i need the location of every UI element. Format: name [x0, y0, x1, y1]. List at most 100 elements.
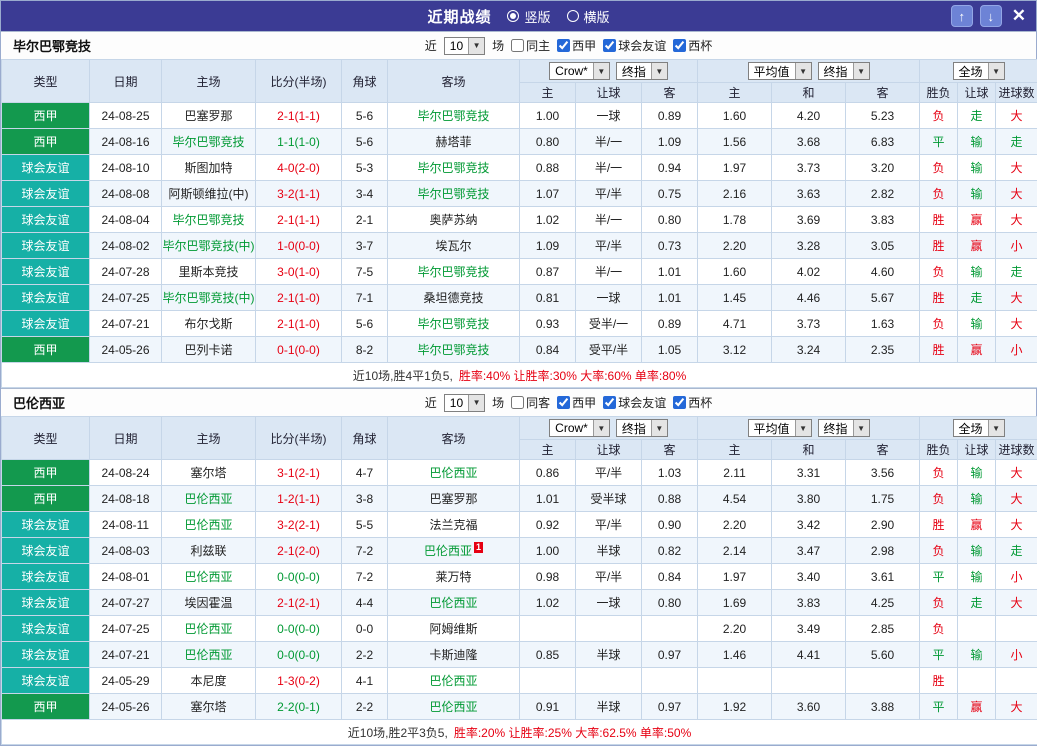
euro-away-odds: 2.98: [846, 538, 920, 564]
score: 2-1(1-1): [256, 103, 342, 129]
handicap-result: 走: [958, 285, 996, 311]
scroll-up-button[interactable]: ↑: [951, 5, 973, 27]
asian-home-odds: [520, 616, 576, 642]
home-team: 毕尔巴鄂竞技(中): [162, 233, 256, 259]
match-date: 24-08-02: [90, 233, 162, 259]
match-count-select[interactable]: 10▼: [444, 394, 485, 412]
euro-draw-odds: 3.63: [772, 181, 846, 207]
euro-draw-odds: 4.02: [772, 259, 846, 285]
league-filter[interactable]: 西杯: [673, 37, 712, 54]
layout-option-vertical[interactable]: 竖版: [507, 7, 550, 26]
handicap-result: 赢: [958, 207, 996, 233]
corners: 5-5: [342, 512, 388, 538]
euro-home-odds: 4.71: [698, 311, 772, 337]
same-venue-filter[interactable]: 同客: [511, 394, 550, 411]
euro-draw-odds: 3.68: [772, 129, 846, 155]
sub-column-header: 主: [698, 83, 772, 103]
league-filter-checkbox[interactable]: [673, 396, 686, 409]
match-type: 西甲: [2, 694, 90, 720]
away-team: 巴伦西亚: [388, 668, 520, 694]
euro-away-odds: 1.75: [846, 486, 920, 512]
league-filter[interactable]: 西杯: [673, 394, 712, 411]
league-filter-checkbox[interactable]: [603, 396, 616, 409]
close-icon[interactable]: ✕: [1012, 6, 1026, 26]
home-team: 里斯本竞技: [162, 259, 256, 285]
handicap-result: 输: [958, 129, 996, 155]
match-count-select[interactable]: 10▼: [444, 37, 485, 55]
sub-column-header: 让球: [958, 440, 996, 460]
league-filter[interactable]: 球会友谊: [603, 37, 666, 54]
same-venue-filter-checkbox[interactable]: [511, 39, 524, 52]
handicap-result: 输: [958, 486, 996, 512]
recent-results-table: 类型日期主场比分(半场)角球客场Crow*▼终指▼平均值▼终指▼全场▼主让球客主…: [1, 59, 1037, 388]
league-filter[interactable]: 球会友谊: [603, 394, 666, 411]
asian-away-odds: 0.89: [642, 103, 698, 129]
euro-odds-source-select[interactable]: 平均值▼: [748, 419, 812, 437]
corners: 8-2: [342, 337, 388, 363]
euro-away-odds: 6.83: [846, 129, 920, 155]
asian-handicap-line: 受半/一: [576, 311, 642, 337]
result-scope-select[interactable]: 全场▼: [953, 419, 1005, 437]
euro-odds-stage-select[interactable]: 终指▼: [818, 419, 870, 437]
asian-handicap-line: 受平/半: [576, 337, 642, 363]
euro-home-odds: 2.20: [698, 512, 772, 538]
euro-draw-odds: 3.24: [772, 337, 846, 363]
away-team: 埃瓦尔: [388, 233, 520, 259]
league-filter[interactable]: 西甲: [557, 394, 596, 411]
score: 0-0(0-0): [256, 616, 342, 642]
asian-away-odds: 0.80: [642, 590, 698, 616]
layout-option-horizontal[interactable]: 横版: [567, 7, 610, 26]
asian-away-odds: 1.03: [642, 460, 698, 486]
goals-result: 大: [996, 512, 1037, 538]
same-venue-filter-checkbox[interactable]: [511, 396, 524, 409]
euro-home-odds: 1.60: [698, 259, 772, 285]
league-filter[interactable]: 西甲: [557, 37, 596, 54]
column-header: 类型: [2, 417, 90, 460]
league-filter-label: 西杯: [688, 37, 712, 54]
scroll-down-button[interactable]: ↓: [980, 5, 1002, 27]
bookmaker-select[interactable]: Crow*▼: [549, 62, 610, 80]
goals-result: 大: [996, 155, 1037, 181]
euro-away-odds: 2.35: [846, 337, 920, 363]
result-scope-select[interactable]: 全场▼: [953, 62, 1005, 80]
goals-result: 大: [996, 181, 1037, 207]
red-card-badge: 1: [474, 542, 483, 553]
score: 2-1(2-0): [256, 538, 342, 564]
asian-away-odds: [642, 616, 698, 642]
asian-handicap-line: 半球: [576, 642, 642, 668]
home-team: 塞尔塔: [162, 694, 256, 720]
asian-handicap-line: 一球: [576, 285, 642, 311]
radio-unselected-icon: [567, 10, 579, 22]
league-filter-checkbox[interactable]: [557, 39, 570, 52]
match-type: 西甲: [2, 103, 90, 129]
goals-result: 走: [996, 538, 1037, 564]
result: 负: [920, 616, 958, 642]
score: 0-1(0-0): [256, 337, 342, 363]
asian-odds-stage-select[interactable]: 终指▼: [616, 62, 668, 80]
result: 负: [920, 259, 958, 285]
same-venue-filter[interactable]: 同主: [511, 37, 550, 54]
euro-home-odds: 1.45: [698, 285, 772, 311]
league-filter-checkbox[interactable]: [603, 39, 616, 52]
euro-odds-stage-select-value: 终指: [819, 63, 853, 79]
summary-cell: 近10场,胜2平3负5,胜率:20% 让胜率:25% 大率:62.5% 单率:5…: [2, 720, 1037, 745]
league-filter-checkbox[interactable]: [673, 39, 686, 52]
euro-away-odds: 3.61: [846, 564, 920, 590]
goals-result: 小: [996, 642, 1037, 668]
bookmaker-select[interactable]: Crow*▼: [549, 419, 610, 437]
result: 负: [920, 181, 958, 207]
euro-odds-source-select[interactable]: 平均值▼: [748, 62, 812, 80]
goals-result: 大: [996, 285, 1037, 311]
euro-away-odds: 5.23: [846, 103, 920, 129]
goals-result: 小: [996, 337, 1037, 363]
euro-home-odds: 1.97: [698, 155, 772, 181]
league-filter-checkbox[interactable]: [557, 396, 570, 409]
asian-odds-stage-select[interactable]: 终指▼: [616, 419, 668, 437]
result: 胜: [920, 512, 958, 538]
asian-away-odds: 1.09: [642, 129, 698, 155]
dropdown-arrow-icon: ▼: [468, 395, 484, 411]
euro-odds-stage-select[interactable]: 终指▼: [818, 62, 870, 80]
score: 1-3(0-2): [256, 668, 342, 694]
asian-home-odds: 1.09: [520, 233, 576, 259]
summary-row: 近10场,胜4平1负5,胜率:40% 让胜率:30% 大率:60% 单率:80%: [2, 363, 1037, 388]
